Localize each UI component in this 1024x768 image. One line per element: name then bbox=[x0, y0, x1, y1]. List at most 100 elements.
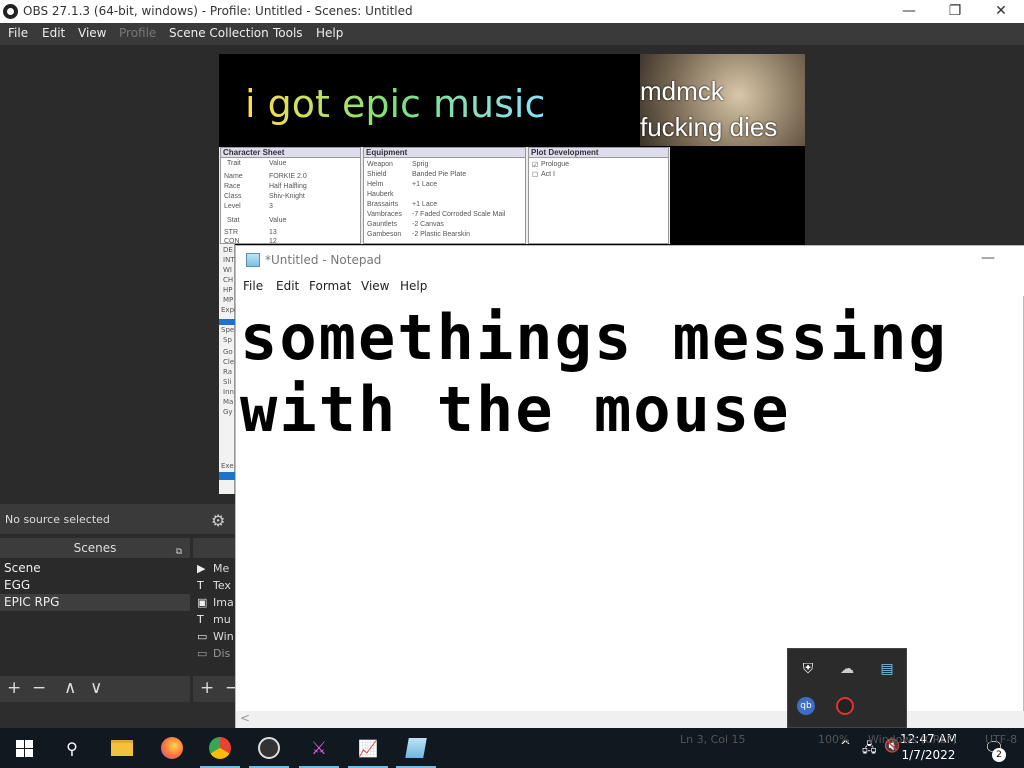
plot-development-panel: Plot Development ☑ Prologue ☐ Act I bbox=[528, 147, 669, 244]
source-item[interactable]: Tmu bbox=[197, 613, 231, 626]
plot-item: Act I bbox=[541, 171, 556, 178]
source-item[interactable]: ▣ Ima bbox=[197, 596, 234, 609]
qbittorrent-icon[interactable]: qb bbox=[797, 697, 815, 715]
clock-date: 1/7/2022 bbox=[901, 748, 956, 762]
obs-tray-icon[interactable] bbox=[836, 697, 854, 715]
obs-logo-icon bbox=[3, 4, 18, 19]
menu-view[interactable]: View bbox=[78, 26, 106, 40]
character-sheet-panel: Character Sheet Trait Value Name FORKIE … bbox=[220, 147, 361, 245]
checkbox-unchecked-icon: ☐ bbox=[532, 172, 539, 179]
equip-item: +1 Lace bbox=[412, 201, 438, 208]
cloud-offline-icon[interactable]: ☁ bbox=[836, 658, 858, 680]
notepad-icon bbox=[246, 253, 260, 267]
plot-item: Prologue bbox=[541, 161, 570, 168]
np-menu-file[interactable]: File bbox=[243, 279, 263, 293]
menu-edit[interactable]: Edit bbox=[42, 26, 65, 40]
chrome-button[interactable] bbox=[196, 728, 244, 768]
sources-header bbox=[193, 538, 236, 558]
search-button[interactable]: ⚲ bbox=[48, 728, 96, 768]
trait-value: 3 bbox=[269, 203, 273, 210]
remove-scene-button[interactable]: − bbox=[32, 678, 46, 698]
add-source-button[interactable]: + bbox=[200, 678, 214, 698]
stat-col-header: Stat bbox=[227, 217, 240, 224]
np-menu-help[interactable]: Help bbox=[400, 279, 427, 293]
source-properties-bar: No source selected ⚙ bbox=[0, 504, 236, 534]
cut-label: Cle bbox=[223, 358, 235, 366]
obs-menubar: File Edit View Profile Scene Collection … bbox=[0, 23, 1024, 45]
source-item[interactable]: ▶ Me bbox=[197, 562, 229, 575]
file-explorer-button[interactable] bbox=[98, 728, 146, 768]
epic-music-text: i got epic music bbox=[245, 82, 546, 126]
webcam-caption-line1: mdmck bbox=[640, 76, 724, 106]
exp-bar bbox=[219, 319, 235, 325]
cut-label: DE bbox=[223, 246, 233, 254]
maximize-button[interactable]: ❐ bbox=[932, 0, 978, 23]
storage-icon[interactable]: ▤ bbox=[876, 658, 898, 680]
obs-icon bbox=[258, 737, 280, 759]
notepad-taskbar-button[interactable] bbox=[392, 728, 440, 768]
np-menu-edit[interactable]: Edit bbox=[276, 279, 299, 293]
gear-icon[interactable]: ⚙ bbox=[211, 511, 225, 530]
security-shield-icon[interactable]: ⛨ bbox=[797, 658, 819, 680]
equip-slot: Shield bbox=[367, 171, 387, 178]
cut-label: Sli bbox=[223, 378, 232, 386]
chrome-icon bbox=[209, 737, 231, 759]
start-button[interactable] bbox=[0, 728, 48, 768]
menu-tools[interactable]: Tools bbox=[273, 26, 303, 40]
cut-label: Spe bbox=[221, 326, 235, 334]
task-manager-icon: 📈 bbox=[358, 738, 378, 758]
scroll-left-icon[interactable]: < bbox=[240, 711, 250, 725]
minimize-button[interactable]: — bbox=[886, 0, 932, 23]
np-menu-view[interactable]: View bbox=[361, 279, 389, 293]
menu-profile[interactable]: Profile bbox=[119, 26, 156, 40]
scene-item[interactable]: Scene bbox=[0, 560, 190, 577]
notepad-titlebar[interactable]: *Untitled - Notepad — bbox=[236, 246, 1024, 274]
source-item[interactable]: ▭ Dis bbox=[197, 647, 230, 660]
move-scene-up-button[interactable]: ∧ bbox=[64, 678, 76, 698]
cut-label: Go bbox=[223, 348, 233, 356]
scene-item[interactable]: EGG bbox=[0, 577, 190, 594]
text-source-icon: T bbox=[197, 579, 204, 592]
np-status-position: Ln 3, Col 15 bbox=[680, 733, 746, 746]
cut-label: Sp bbox=[223, 336, 232, 344]
cut-label: Gy bbox=[223, 408, 233, 416]
trait-value: FORKIE 2.0 bbox=[269, 173, 307, 180]
notepad-menubar: File Edit Format View Help bbox=[236, 274, 1024, 296]
scene-toolbar: + − ∧ ∨ bbox=[0, 676, 190, 702]
notepad-minimize-button[interactable]: — bbox=[981, 250, 995, 266]
source-item[interactable]: T Tex bbox=[197, 579, 231, 592]
move-scene-down-button[interactable]: ∨ bbox=[90, 678, 102, 698]
equipment-title: Equipment bbox=[364, 148, 525, 158]
cut-label: Inn bbox=[223, 388, 234, 396]
add-scene-button[interactable]: + bbox=[7, 678, 21, 698]
scene-item-selected[interactable]: EPIC RPG bbox=[0, 594, 190, 611]
obs-taskbar-button[interactable] bbox=[245, 728, 293, 768]
equip-item: -2 Plastic Bearskin bbox=[412, 231, 470, 238]
source-name: Ima bbox=[213, 596, 234, 609]
task-manager-button[interactable]: 📈 bbox=[344, 728, 392, 768]
crossed-swords-icon: ⚔ bbox=[310, 737, 328, 759]
source-name: mu bbox=[213, 613, 231, 626]
trait-name: Race bbox=[224, 183, 241, 190]
undock-icon[interactable]: ⧉ bbox=[176, 542, 182, 562]
menu-scene-collection[interactable]: Scene Collection bbox=[169, 26, 269, 40]
np-status-eol: Windows (CRLF) bbox=[868, 733, 957, 746]
menu-help[interactable]: Help bbox=[316, 26, 343, 40]
firefox-button[interactable] bbox=[148, 728, 196, 768]
equipment-panel: Equipment Weapon Sprig Shield Banded Pie… bbox=[363, 147, 526, 244]
character-sheet-title: Character Sheet bbox=[221, 148, 360, 158]
display-capture-icon: ▭ bbox=[197, 647, 208, 660]
menu-file[interactable]: File bbox=[8, 26, 28, 40]
character-sheet-source: Character Sheet Trait Value Name FORKIE … bbox=[219, 147, 670, 245]
np-menu-format[interactable]: Format bbox=[309, 279, 351, 293]
trait-value: Half Halfling bbox=[269, 183, 307, 190]
np-status-zoom: 100% bbox=[818, 733, 850, 746]
source-name: Tex bbox=[213, 579, 231, 592]
cut-label: Exe bbox=[221, 462, 234, 470]
game-taskbar-button[interactable]: ⚔ bbox=[295, 728, 343, 768]
close-button[interactable]: ✕ bbox=[978, 0, 1024, 23]
window-capture-icon: ▭ bbox=[197, 630, 208, 643]
obs-window-title: OBS 27.1.3 (64-bit, windows) - Profile: … bbox=[23, 4, 413, 18]
source-item[interactable]: ▭ Win bbox=[197, 630, 234, 643]
equip-item: Banded Pie Plate bbox=[412, 171, 467, 178]
